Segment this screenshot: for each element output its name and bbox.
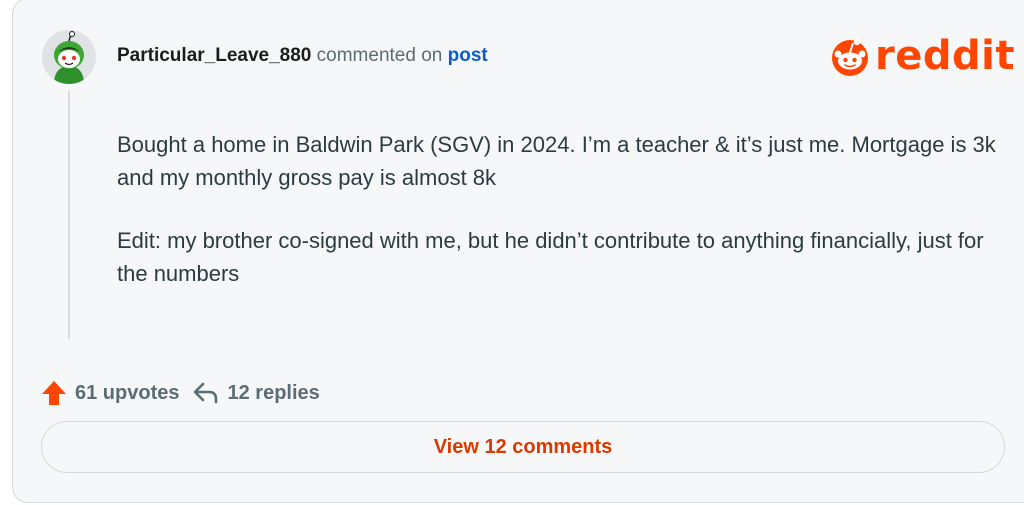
avatar[interactable] xyxy=(42,30,96,84)
upvote-arrow-icon[interactable] xyxy=(41,380,67,406)
comment-paragraph: Edit: my brother co-signed with me, but … xyxy=(117,228,984,286)
comment-action-text: commented on xyxy=(316,45,443,66)
comment-stats: 61 upvotes 12 replies xyxy=(41,377,320,409)
author-username[interactable]: Particular_Leave_880 xyxy=(117,45,311,66)
upvote-count: 61 upvotes xyxy=(75,381,180,404)
upvote-stat[interactable]: 61 upvotes xyxy=(41,380,179,406)
comment-header: Particular_Leave_880 commented on post xyxy=(117,43,488,69)
snoo-avatar-icon xyxy=(42,30,96,84)
view-comments-button[interactable]: View 12 comments xyxy=(41,421,1005,473)
replies-count: 12 replies xyxy=(227,381,320,404)
reddit-logo[interactable]: reddit xyxy=(829,31,1015,81)
comment-paragraph: Bought a home in Baldwin Park (SGV) in 2… xyxy=(117,132,996,190)
comment-card: Particular_Leave_880 commented on post r… xyxy=(12,0,1024,503)
reply-arrow-icon[interactable] xyxy=(193,381,219,405)
comment-body: Bought a home in Baldwin Park (SGV) in 2… xyxy=(117,128,997,290)
post-link[interactable]: post xyxy=(448,45,488,66)
reddit-snoo-icon xyxy=(832,38,868,76)
reddit-wordmark: reddit xyxy=(875,33,1015,79)
replies-stat[interactable]: 12 replies xyxy=(193,381,320,405)
thread-line xyxy=(68,91,70,339)
